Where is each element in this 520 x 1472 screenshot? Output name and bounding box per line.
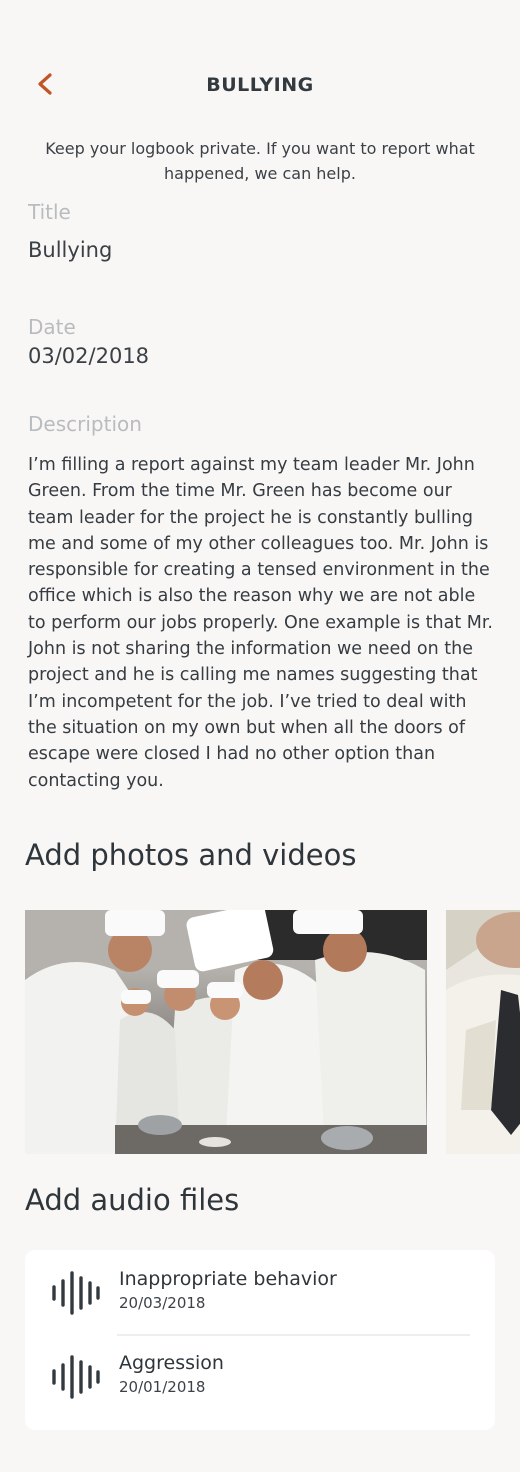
audio-date: 20/03/2018: [119, 1294, 206, 1312]
audio-title: Inappropriate behavior: [119, 1268, 337, 1290]
title-value[interactable]: Bullying: [28, 238, 112, 262]
page-title: BULLYING: [206, 74, 314, 96]
photo-thumbnail-chefs[interactable]: [25, 910, 427, 1154]
audio-section-title: Add audio files: [25, 1183, 240, 1217]
date-value[interactable]: 03/02/2018: [28, 344, 149, 368]
description-label: Description: [28, 412, 142, 436]
photo-thumbnail-man[interactable]: [446, 910, 520, 1154]
audio-list-card: Inappropriate behavior 20/03/2018 Aggres…: [25, 1250, 495, 1430]
audio-item[interactable]: Inappropriate behavior 20/03/2018: [25, 1250, 495, 1334]
audio-date: 20/01/2018: [119, 1378, 206, 1396]
audio-item[interactable]: Aggression 20/01/2018: [25, 1334, 495, 1418]
audio-waveform-icon: [52, 1271, 100, 1315]
description-text[interactable]: I’m filling a report against my team lea…: [28, 452, 498, 794]
photos-section-title: Add photos and videos: [25, 838, 357, 872]
photo-gallery[interactable]: [25, 910, 520, 1154]
man-photo-image: [446, 910, 520, 1154]
title-label: Title: [28, 200, 71, 224]
header-bar: BULLYING: [0, 60, 520, 110]
audio-title: Aggression: [119, 1352, 224, 1374]
privacy-note: Keep your logbook private. If you want t…: [45, 139, 475, 183]
chefs-photo-image: [25, 910, 427, 1154]
date-label: Date: [28, 315, 76, 339]
audio-waveform-icon: [52, 1355, 100, 1399]
